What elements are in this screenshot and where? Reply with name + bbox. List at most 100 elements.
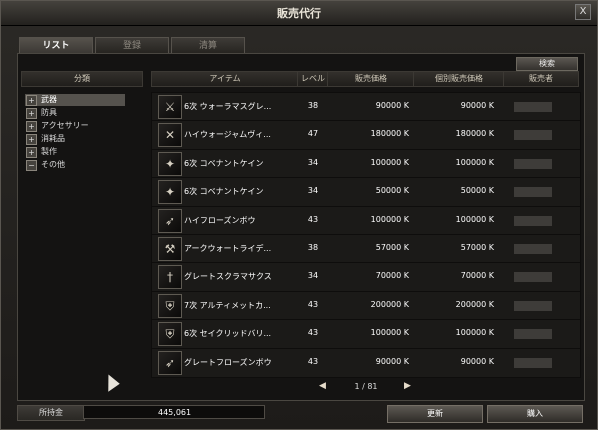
expand-icon[interactable]: + [26,121,37,132]
seller-name-redacted [514,158,552,169]
category-other[interactable]: − その他 [25,159,125,171]
item-price: 90000 K [375,356,409,366]
gold-label: 所持金 [17,405,85,421]
dagger-icon: † [158,265,182,290]
item-price: 200000 K [370,299,409,309]
gold-value: 445,061 [83,405,265,419]
expand-icon[interactable]: + [26,147,37,158]
item-level: 43 [307,299,319,309]
category-label: 防具 [41,108,57,117]
item-price: 100000 K [370,328,409,338]
item-name: ハイウォージャムヴィ... [184,130,271,140]
category-consumable[interactable]: + 消耗品 [25,133,125,145]
item-row[interactable]: ➶ ハイフローズンボウ 43 100000 K 100000 K [151,205,581,236]
item-price: 57000 K [375,243,409,252]
seller-name-redacted [514,130,552,141]
item-name: 6次 コベナントケイン [184,158,264,168]
seller-name-redacted [514,215,552,226]
category-armor[interactable]: + 防具 [25,107,125,119]
expand-icon[interactable]: + [26,108,37,119]
bow-icon: ➶ [158,208,182,233]
item-name: 6次 コベナントケイン [184,187,264,197]
item-row[interactable]: ⚒ アークウォートライデ... 38 57000 K 57000 K [151,234,581,264]
item-level: 43 [307,328,319,338]
category-weapon[interactable]: + 武器 [25,94,125,106]
item-row[interactable]: ✦ 6次 コベナントケイン 34 100000 K 100000 K [151,148,581,179]
tab-list[interactable]: リスト [19,37,93,54]
item-name: ハイフローズンボウ [184,215,256,225]
item-unit-price: 90000 K [460,356,494,366]
item-level: 38 [307,101,319,110]
level-header[interactable]: レベル [297,71,329,87]
item-price: 90000 K [375,101,409,110]
crossed-blades-icon: ✕ [158,123,182,148]
item-name: 6次 セイクリッドバリ... [184,329,272,339]
item-name: 7次 アルティメットカ... [184,300,271,310]
sword-icon: ⚔ [158,95,182,119]
seller-name-redacted [514,187,552,198]
bow-icon: ➶ [158,350,182,375]
item-unit-price: 57000 K [460,243,494,252]
unit-price-header[interactable]: 個別販売価格 [413,71,505,87]
item-row[interactable]: ⛨ 7次 アルティメットカ... 43 200000 K 200000 K [151,290,581,321]
item-level: 38 [307,243,319,252]
category-label: その他 [41,160,65,169]
seller-name-redacted [514,272,552,283]
category-label: 製作 [41,147,57,156]
buy-button[interactable]: 購入 [487,405,583,423]
category-label: 武器 [41,95,57,104]
item-row[interactable]: ✦ 6次 コベナントケイン 34 50000 K 50000 K [151,177,581,208]
window-title: 販売代行 [277,7,321,20]
cane-icon: ✦ [158,151,182,176]
seller-name-redacted [514,329,552,340]
axe-icon: ⚒ [158,237,182,261]
close-icon[interactable]: X [575,4,591,20]
item-level: 43 [307,356,319,366]
tab-register[interactable]: 登録 [95,37,169,54]
seller-name-redacted [514,300,552,311]
next-page-icon[interactable]: ▶ [404,381,411,391]
seller-name-redacted [514,102,552,112]
title-bar[interactable]: 販売代行 X [1,1,597,26]
vendor-window: 販売代行 X リスト 登録 清算 検索 分類 アイテム レベル 販売価格 個別販… [0,0,598,430]
seller-header: 販売者 [503,71,579,87]
shield-icon: ⛨ [158,322,182,347]
category-label: アクセサリー [41,121,89,130]
refresh-button[interactable]: 更新 [387,405,483,423]
category-accessory[interactable]: + アクセサリー [25,120,125,132]
item-price: 70000 K [375,271,409,281]
category-crafting[interactable]: + 製作 [25,146,125,158]
item-row[interactable]: ➶ グレートフローズンボウ 43 90000 K 90000 K [151,347,581,378]
price-header[interactable]: 販売価格 [327,71,415,87]
expand-icon[interactable]: + [26,95,37,106]
category-label: 消耗品 [41,134,65,143]
item-unit-price: 70000 K [460,271,494,281]
item-name: グレートスクラマサクス [184,272,272,282]
item-unit-price: 100000 K [455,214,494,224]
item-level: 34 [307,271,319,281]
item-name: グレートフローズンボウ [184,357,272,367]
item-row[interactable]: ⛨ 6次 セイクリッドバリ... 43 100000 K 100000 K [151,319,581,350]
item-name: 6次 ウォーラマスグレ... [184,102,272,111]
item-unit-price: 180000 K [455,129,494,139]
prev-page-icon[interactable]: ◀ [319,381,326,391]
item-price: 100000 K [370,214,409,224]
item-row[interactable]: ✕ ハイウォージャムヴィ... 47 180000 K 180000 K [151,120,581,151]
expand-icon[interactable]: + [26,134,37,145]
shield-icon: ⛨ [158,293,182,318]
page-indicator: 1 / 81 [354,382,378,391]
item-header[interactable]: アイテム [151,71,299,87]
item-level: 34 [307,186,319,196]
tab-settlement[interactable]: 清算 [171,37,245,54]
item-unit-price: 200000 K [455,299,494,309]
item-level: 47 [307,129,319,139]
category-header: 分類 [21,71,143,87]
item-row[interactable]: † グレートスクラマサクス 34 70000 K 70000 K [151,262,581,293]
search-button[interactable]: 検索 [516,57,578,71]
item-level: 34 [307,157,319,167]
item-unit-price: 100000 K [455,328,494,338]
collapse-icon[interactable]: − [26,160,37,171]
item-level: 43 [307,214,319,224]
item-row[interactable]: ⚔ 6次 ウォーラマスグレ... 38 90000 K 90000 K [151,92,581,122]
item-price: 50000 K [375,186,409,196]
